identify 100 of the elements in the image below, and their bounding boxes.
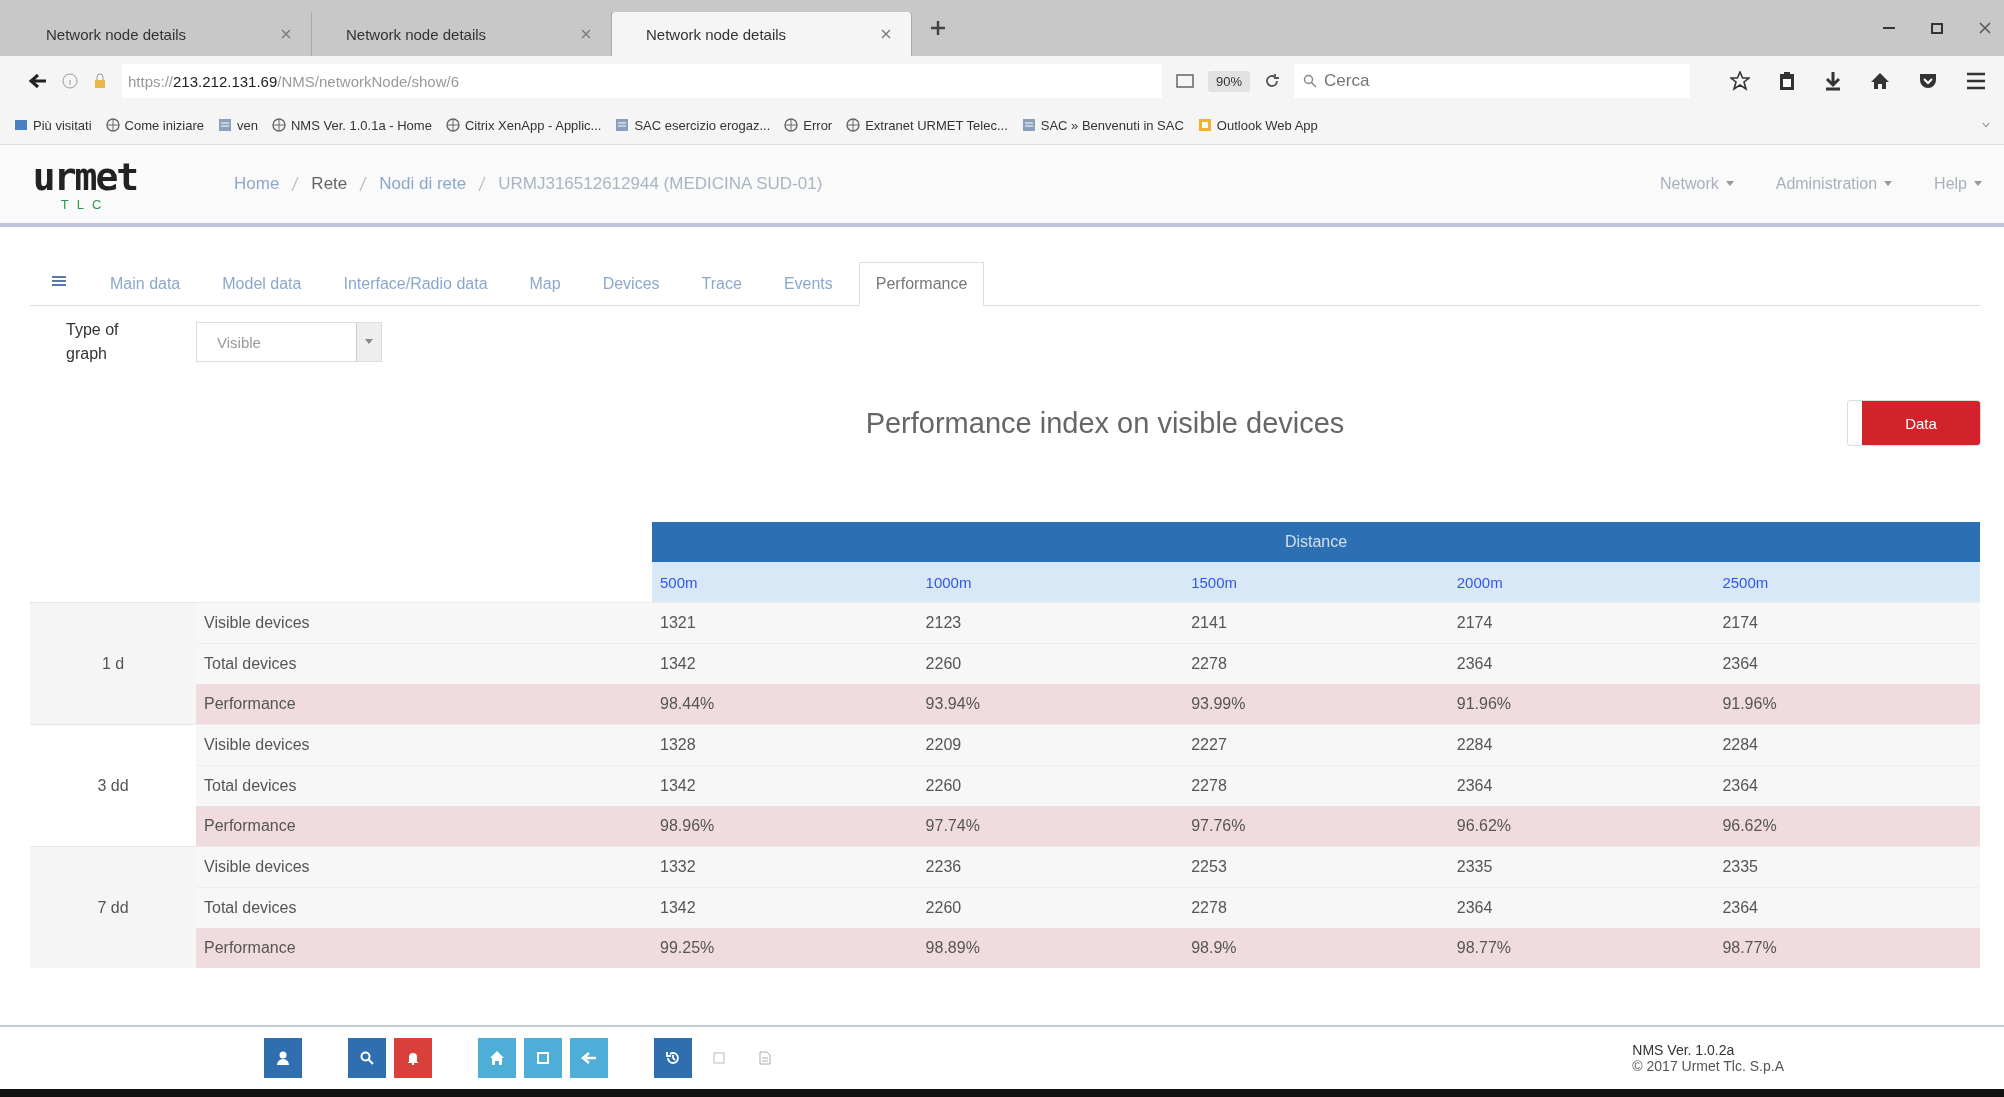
slash-icon <box>478 176 487 192</box>
table-cell: 2253 <box>1183 846 1449 888</box>
menu-icon[interactable] <box>1966 72 1986 90</box>
user-button[interactable] <box>264 1038 302 1078</box>
table-cell: 93.94% <box>917 684 1184 725</box>
bookmark[interactable]: Outlook Web App <box>1197 117 1318 133</box>
table-cell: 91.96% <box>1714 684 1980 725</box>
table-cell: 96.62% <box>1714 806 1980 847</box>
close-icon[interactable] <box>281 29 291 39</box>
reader-view-icon[interactable] <box>1175 74 1194 88</box>
tab[interactable]: Events <box>767 263 849 305</box>
row-label: Total devices <box>196 765 652 806</box>
table-cell: 2123 <box>917 602 1184 644</box>
table-cell: 2335 <box>1448 846 1715 888</box>
page-icon <box>218 118 232 132</box>
document-icon <box>759 1051 771 1065</box>
row-label: Performance <box>196 928 652 968</box>
bookmark[interactable]: ven <box>218 117 258 133</box>
column-header[interactable]: 1000m <box>917 562 1184 603</box>
row-label: Visible devices <box>196 602 652 644</box>
page-icon <box>615 118 630 132</box>
copyright-text: © 2017 Urmet Tlc. S.p.A <box>1632 1058 1784 1074</box>
bell-icon <box>406 1051 420 1065</box>
graph-type-dropdown[interactable]: Visible <box>196 322 382 362</box>
bookmark[interactable]: Error <box>784 117 833 133</box>
table-cell: 2364 <box>1714 765 1980 806</box>
table-cell: 1328 <box>652 724 918 766</box>
history-icon <box>665 1050 681 1066</box>
chart-title: Performance index on visible devices <box>865 406 1345 440</box>
data-button[interactable]: Data <box>1848 401 1980 445</box>
table-cell: 2364 <box>1448 887 1715 928</box>
type-of-graph-label: Type of graph <box>66 320 120 364</box>
row-label: Visible devices <box>196 846 652 888</box>
tab[interactable]: Devices <box>586 263 676 305</box>
tab[interactable]: Map <box>513 263 577 305</box>
tab[interactable]: Performance <box>858 262 985 306</box>
search-button[interactable] <box>348 1038 386 1078</box>
more-icon[interactable] <box>1982 121 1990 129</box>
bookmark[interactable]: Extranet URMET Telec... <box>846 117 1008 133</box>
table-cell: 2236 <box>917 846 1184 888</box>
tab[interactable]: Main data <box>94 263 197 305</box>
table-cell: 2278 <box>1183 643 1449 684</box>
bookmark[interactable]: SAC » Benvenuti in SAC <box>1021 117 1184 133</box>
browser-tab[interactable]: Network node details <box>612 12 912 56</box>
history-button[interactable] <box>654 1038 692 1078</box>
folder-icon <box>14 118 28 132</box>
breadcrumb-item[interactable]: Home <box>234 174 280 194</box>
star-icon[interactable] <box>1730 71 1750 91</box>
bookmark[interactable]: SAC esercizio erogaz... <box>615 117 771 133</box>
table-cell: 1342 <box>652 643 918 684</box>
reload-icon[interactable] <box>1264 73 1280 89</box>
globe-icon <box>445 118 460 132</box>
row-label: Visible devices <box>196 724 652 766</box>
slash-icon <box>359 176 368 192</box>
table-group-header: Distance <box>652 522 1980 562</box>
logo[interactable]: urmet TLC <box>30 157 140 211</box>
period-cell: 1 d <box>30 602 196 725</box>
table-cell: 98.77% <box>1714 928 1980 968</box>
close-icon[interactable] <box>581 29 591 39</box>
slash-icon <box>291 176 300 192</box>
column-header[interactable]: 500m <box>652 562 918 603</box>
caret-icon <box>1884 181 1893 187</box>
home-icon[interactable] <box>1870 71 1890 91</box>
table-cell: 2364 <box>1448 643 1715 684</box>
download-icon[interactable] <box>1824 71 1842 91</box>
search-icon <box>360 1051 374 1065</box>
new-tab-icon[interactable] <box>930 20 946 36</box>
bell-button[interactable] <box>394 1038 432 1078</box>
bookmark[interactable]: NMS Ver. 1.0.1a - Home <box>272 117 432 133</box>
bookmark[interactable]: Citrix XenApp - Applic... <box>445 117 602 133</box>
table-cell: 2364 <box>1714 643 1980 684</box>
close-icon[interactable] <box>881 29 891 39</box>
caret-icon <box>1974 181 1982 187</box>
column-header[interactable]: 1500m <box>1183 562 1449 603</box>
tab[interactable]: Model data <box>206 263 318 305</box>
close-icon[interactable] <box>1978 21 1992 35</box>
column-header[interactable]: 2000m <box>1448 562 1715 603</box>
tab[interactable]: Trace <box>685 263 758 305</box>
tab[interactable]: Interface/Radio data <box>327 263 504 305</box>
table-cell: 2174 <box>1448 602 1715 644</box>
restore-icon[interactable] <box>1930 21 1944 35</box>
caret-icon <box>1725 181 1734 187</box>
search-field[interactable]: Cerca <box>1294 64 1690 98</box>
back-icon[interactable] <box>28 71 48 91</box>
table-cell: 2174 <box>1714 602 1980 644</box>
table-cell: 1342 <box>652 887 918 928</box>
url-field[interactable]: https://213.212.131.69/NMS/networkNode/show/6 <box>122 64 1162 98</box>
table-cell: 96.62% <box>1448 806 1715 847</box>
table-cell: 2278 <box>1183 765 1449 806</box>
zoom-level[interactable]: 90% <box>1207 70 1250 92</box>
breadcrumb-item: URMJ316512612944 (MEDICINA SUD-01) <box>498 174 823 194</box>
row-label: Total devices <box>196 643 652 684</box>
user-icon <box>275 1050 291 1066</box>
bookmark[interactable]: Più visitati <box>14 117 92 133</box>
bookmark[interactable]: Come iniziare <box>105 117 204 133</box>
column-header[interactable]: 2500m <box>1714 562 1980 603</box>
pocket-icon[interactable] <box>1918 71 1938 91</box>
clipboard-icon[interactable] <box>1778 71 1796 91</box>
info-icon <box>62 73 78 89</box>
table-cell: 98.9% <box>1183 928 1449 968</box>
